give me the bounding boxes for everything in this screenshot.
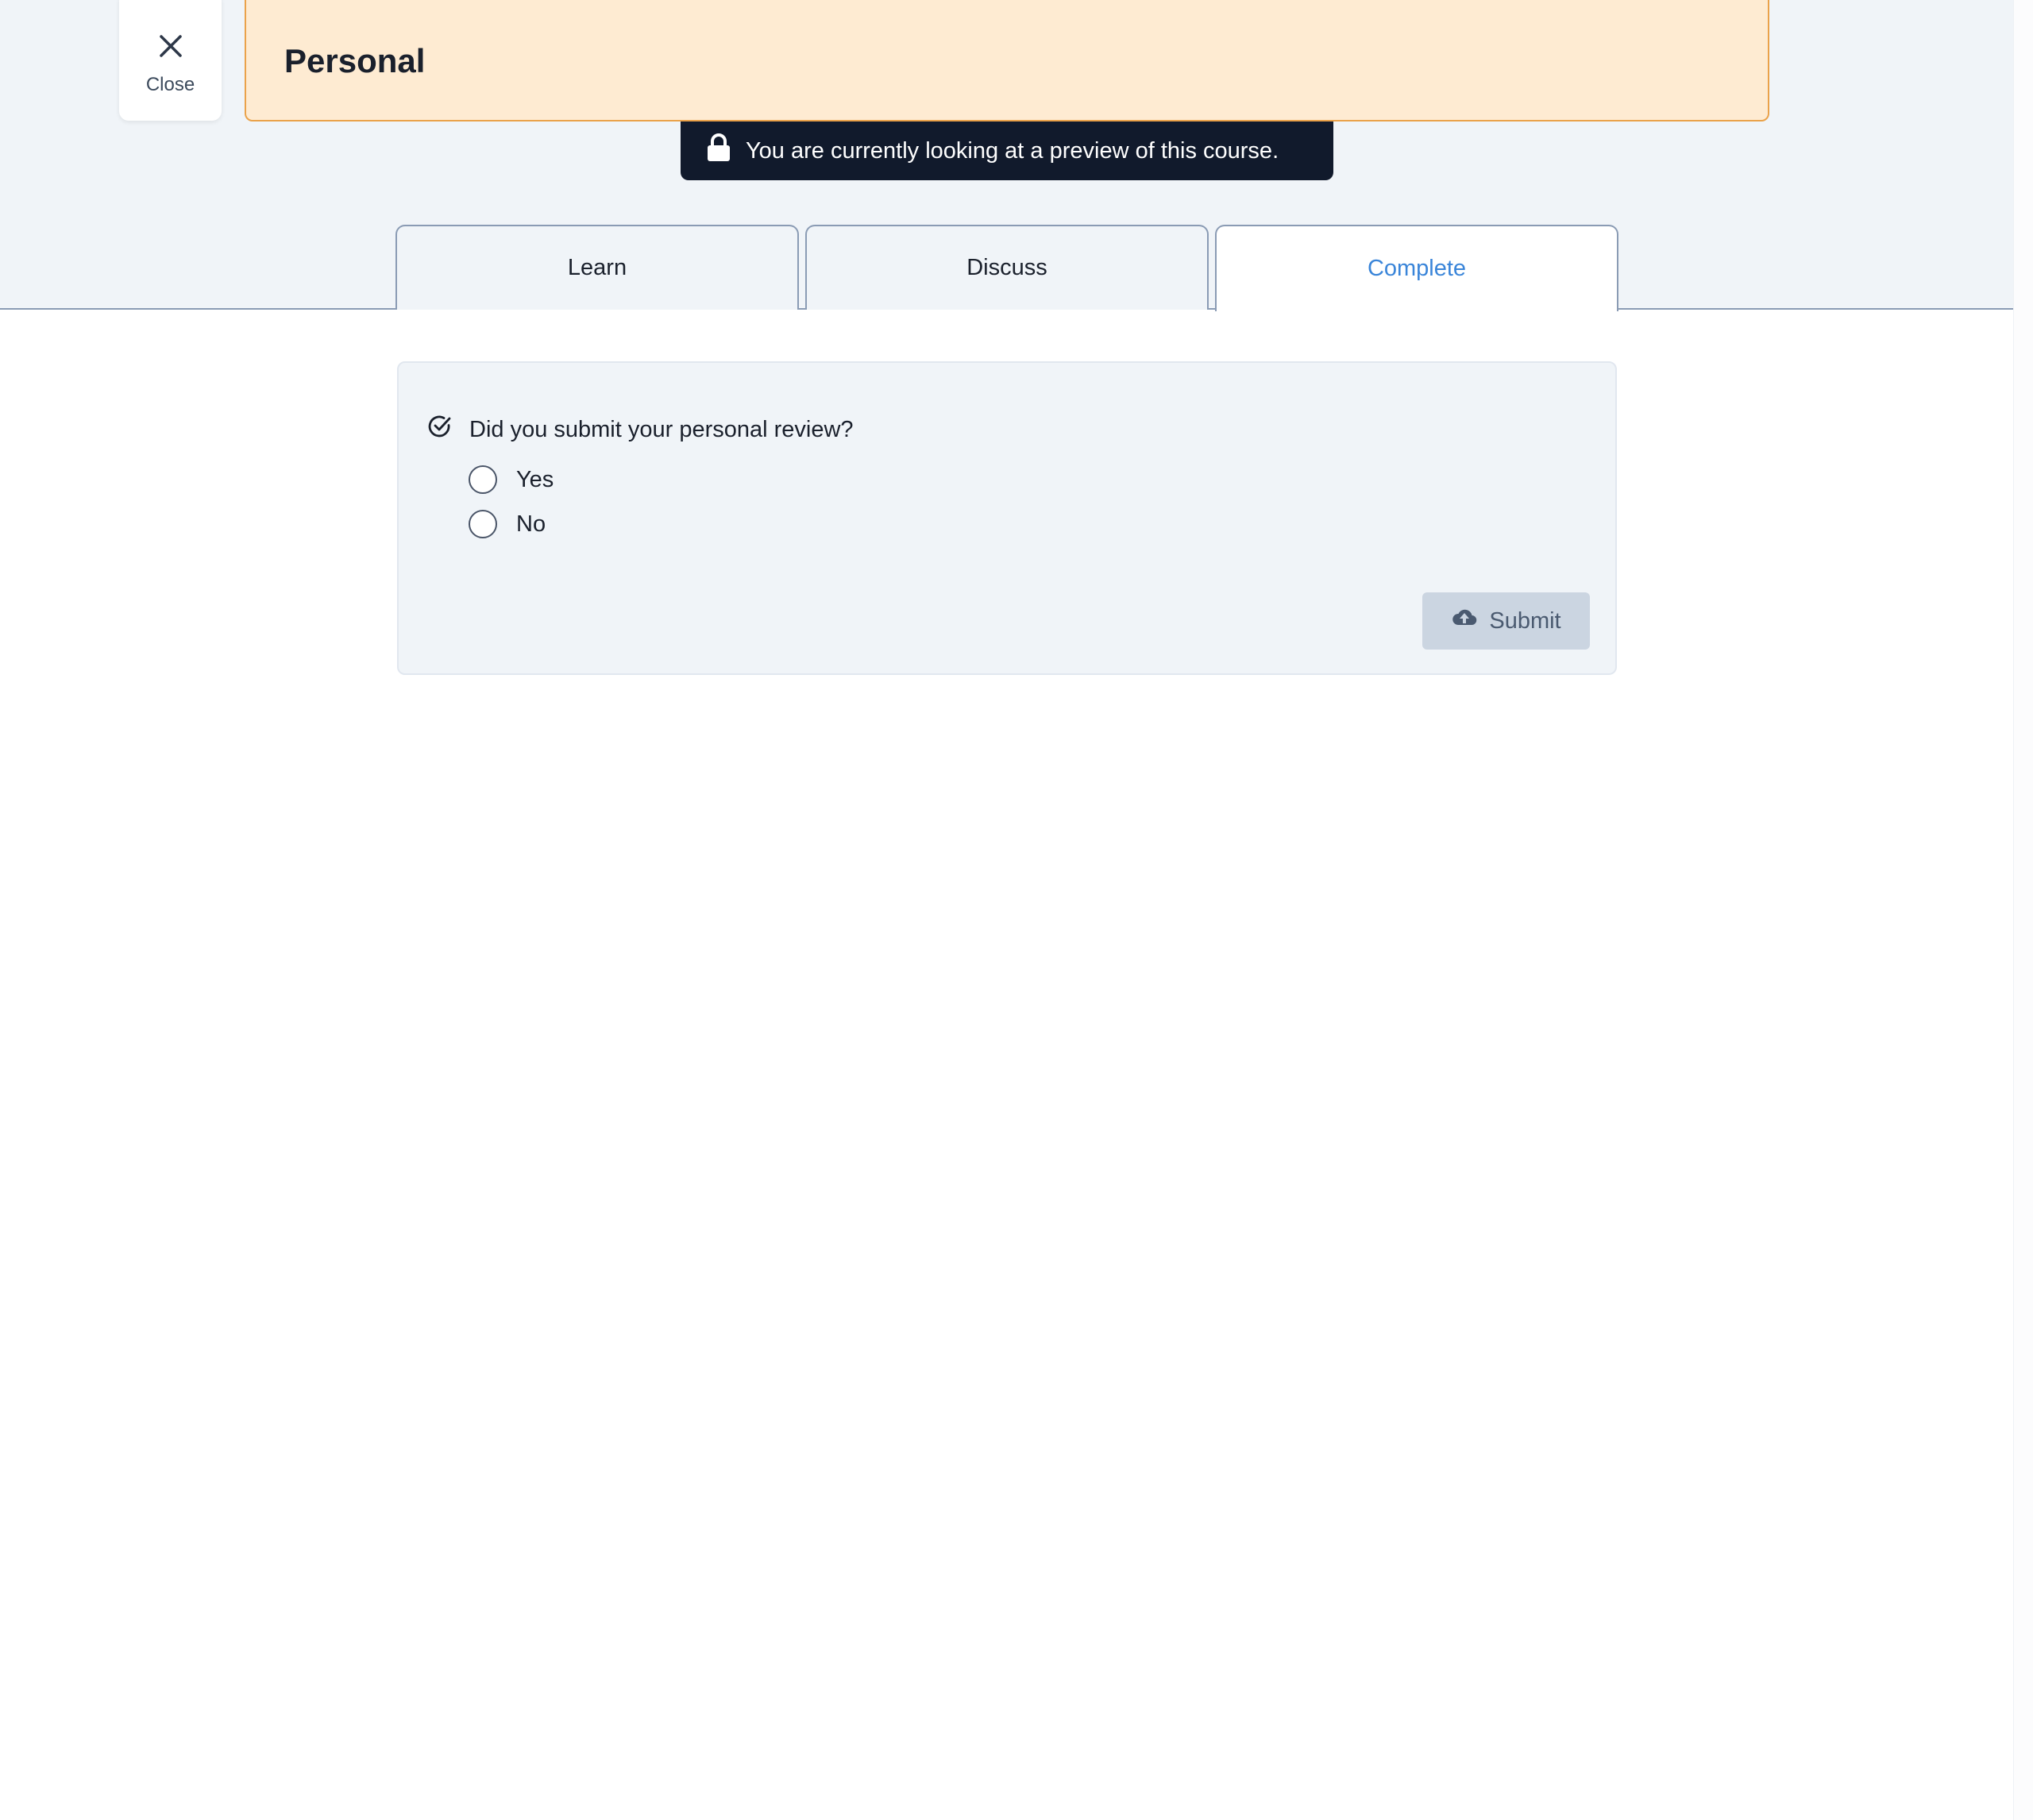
radio-no[interactable] bbox=[469, 510, 497, 538]
submit-button[interactable]: Submit bbox=[1422, 592, 1590, 650]
option-yes[interactable]: Yes bbox=[469, 465, 554, 494]
tab-learn[interactable]: Learn bbox=[395, 225, 799, 310]
check-circle-icon bbox=[428, 415, 469, 445]
lock-icon bbox=[706, 133, 746, 168]
tab-label: Complete bbox=[1367, 256, 1467, 281]
preview-notice-text: You are currently looking at a preview o… bbox=[746, 137, 1279, 164]
tab-discuss[interactable]: Discuss bbox=[805, 225, 1209, 310]
preview-notice: You are currently looking at a preview o… bbox=[681, 121, 1333, 180]
cloud-upload-icon bbox=[1451, 604, 1489, 638]
question: Did you submit your personal review? bbox=[428, 415, 854, 445]
tab-label: Discuss bbox=[966, 255, 1047, 280]
option-label: Yes bbox=[516, 466, 554, 492]
page-title: Personal bbox=[284, 41, 426, 79]
option-no[interactable]: No bbox=[469, 510, 546, 538]
tab-complete[interactable]: Complete bbox=[1215, 225, 1618, 311]
question-text: Did you submit your personal review? bbox=[469, 416, 854, 442]
tab-label: Learn bbox=[567, 255, 627, 280]
option-label: No bbox=[516, 511, 546, 537]
close-button[interactable]: Close bbox=[119, 0, 222, 121]
completion-form: Did you submit your personal review? Yes… bbox=[397, 361, 1617, 675]
close-icon bbox=[155, 30, 187, 66]
radio-yes[interactable] bbox=[469, 465, 497, 494]
submit-label: Submit bbox=[1489, 607, 1561, 634]
title-banner: Personal bbox=[245, 0, 1769, 121]
close-label: Close bbox=[145, 74, 195, 95]
scrollbar-track[interactable] bbox=[2013, 0, 2033, 1820]
